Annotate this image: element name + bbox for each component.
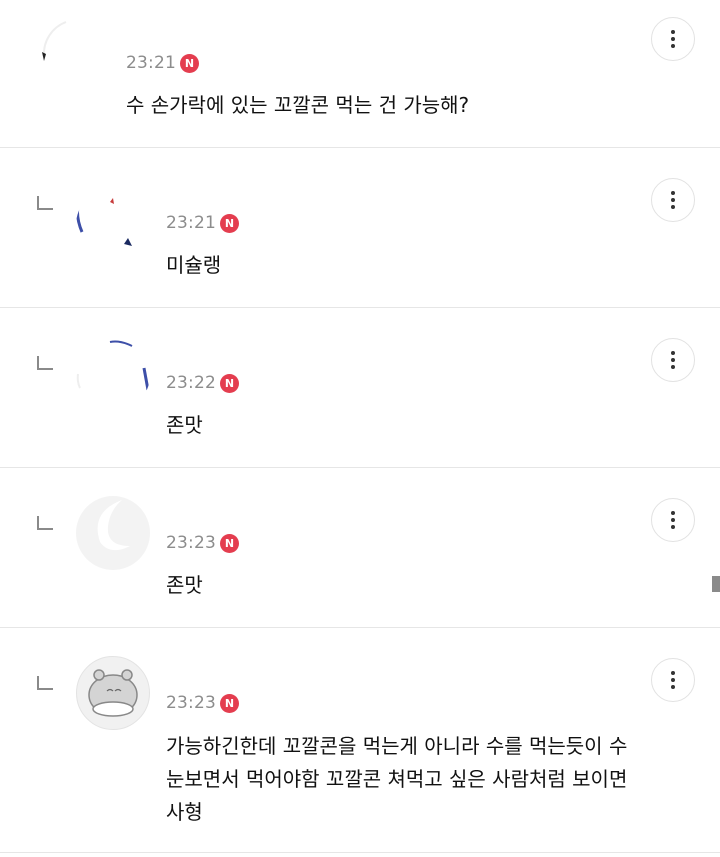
reply-item: 23:22 N 존맛 [0, 308, 720, 468]
comment-time: 23:22 [166, 373, 216, 393]
new-badge-icon: N [220, 533, 239, 553]
comment-text: 존맛 [166, 573, 203, 597]
new-badge-icon: N [220, 373, 239, 393]
comment-meta: 23:23 N [166, 692, 239, 714]
avatar-image [97, 500, 130, 551]
avatar[interactable] [76, 496, 150, 570]
comment-time: 23:23 [166, 533, 216, 553]
comment-text: 미슐랭 [166, 253, 222, 277]
comment-time: 23:21 [126, 53, 176, 73]
comment-time: 23:21 [166, 213, 216, 233]
more-vertical-icon[interactable] [651, 498, 695, 542]
more-vertical-icon[interactable] [651, 17, 695, 61]
reply-item: 23:23 N 존맛 [0, 468, 720, 628]
reply-arrow-icon [37, 676, 53, 690]
comment-meta: 23:21 N [126, 52, 199, 74]
reply-item: 23:23 N 가능하긴한데 꼬깔콘을 먹는게 아니라 수를 먹는듯이 수 눈보… [0, 628, 720, 853]
comment-item: 23:21 N 수 손가락에 있는 꼬깔콘 먹는 건 가능해? [0, 0, 720, 148]
new-badge-icon: N [220, 213, 239, 233]
reply-arrow-icon [37, 196, 53, 210]
comment-text: 수 손가락에 있는 꼬깔콘 먹는 건 가능해? [126, 93, 470, 117]
avatar-image [76, 340, 150, 391]
scrollbar-thumb[interactable] [712, 576, 720, 592]
avatar[interactable] [76, 656, 150, 730]
hamster-avatar-icon [88, 669, 138, 717]
new-badge-icon: N [180, 53, 199, 73]
comment-time: 23:23 [166, 693, 216, 713]
more-vertical-icon[interactable] [651, 658, 695, 702]
avatar[interactable] [76, 188, 150, 262]
avatar[interactable] [36, 16, 110, 90]
new-badge-icon: N [220, 693, 239, 713]
reply-arrow-icon [37, 356, 53, 370]
avatar-image [76, 198, 132, 246]
more-vertical-icon[interactable] [651, 338, 695, 382]
more-vertical-icon[interactable] [651, 178, 695, 222]
comment-text: 존맛 [166, 413, 203, 437]
avatar-image [42, 21, 67, 61]
comment-text: 가능하긴한데 꼬깔콘을 먹는게 아니라 수를 먹는듯이 수 눈보면서 먹어야함 … [166, 734, 628, 824]
reply-item: 23:21 N 미슐랭 [0, 148, 720, 308]
avatar[interactable] [76, 338, 150, 412]
comment-meta: 23:22 N [166, 372, 239, 394]
comment-meta: 23:21 N [166, 212, 239, 234]
comment-meta: 23:23 N [166, 532, 239, 554]
reply-arrow-icon [37, 516, 53, 530]
